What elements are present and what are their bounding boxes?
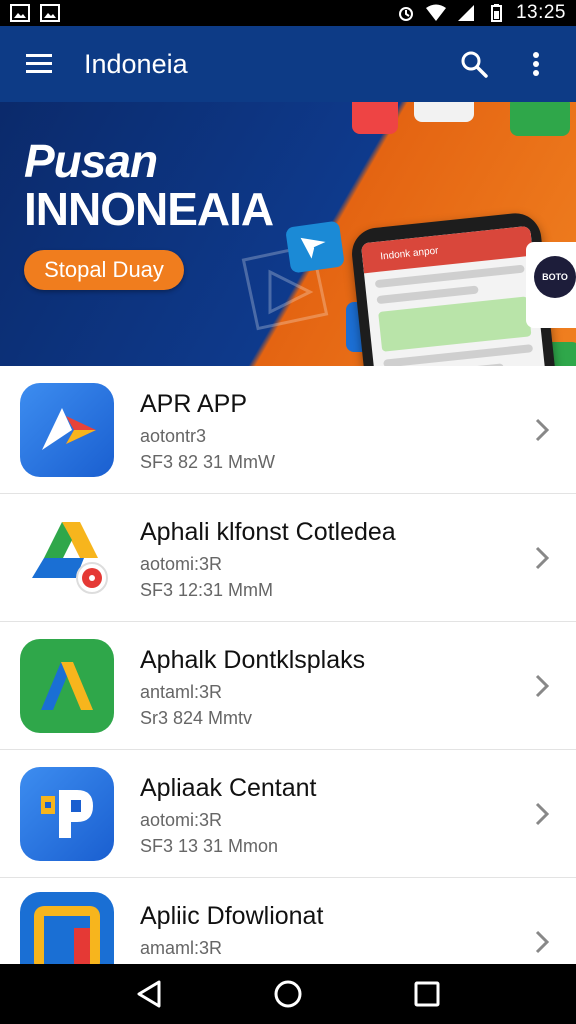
- list-item[interactable]: Apliaak Centant aotomi:3R SF3 13 31 Mmon: [0, 750, 576, 878]
- banner-cta-button[interactable]: Stopal Duay: [24, 250, 184, 290]
- battery-icon: [490, 4, 502, 22]
- brand-tile: BOTO: [526, 242, 576, 328]
- status-right: 13:25: [396, 2, 566, 24]
- chevron-right-icon: [535, 802, 550, 825]
- image-icon: [10, 4, 30, 22]
- list-item[interactable]: Aphali klfonst Cotledea aotomi:3R SF3 12…: [0, 494, 576, 622]
- app-title: Indoneia: [84, 48, 188, 79]
- back-icon: [137, 980, 161, 1008]
- promo-banner[interactable]: Pusan INNONEAIA Stopal Duay Indonk anpor…: [0, 102, 576, 366]
- alarm-icon: [398, 7, 413, 21]
- wifi-icon: [425, 4, 446, 21]
- banner-tile-green: [510, 102, 570, 136]
- recents-button[interactable]: [407, 974, 447, 1014]
- brand-circle: BOTO: [534, 256, 576, 298]
- triangle-logo-icon: [20, 510, 114, 605]
- app-text: Apliic Dfowlionat amaml:3R: [140, 902, 323, 961]
- app-meta: SF3 12:31 MmM: [140, 580, 274, 600]
- app-subtitle: antaml:3R: [140, 682, 223, 702]
- app-subtitle: aotomi:3R: [140, 810, 223, 830]
- more-vert-icon: [533, 52, 539, 76]
- app-meta: SF3 82 31 MmW: [140, 452, 276, 472]
- list-item[interactable]: Apliic Dfowlionat amaml:3R: [0, 878, 576, 964]
- list-item[interactable]: Aphalk Dontklsplaks antaml:3R Sr3 824 Mm…: [0, 622, 576, 750]
- more-options-button[interactable]: [516, 44, 556, 84]
- app-text: Aphali klfonst Cotledea aotomi:3R SF3 12…: [140, 518, 396, 603]
- app-meta: SF3 13 31 Mmon: [140, 836, 279, 856]
- app-subtitle: amaml:3R: [140, 938, 223, 958]
- app-bar: Indoneia: [0, 26, 576, 102]
- menu-icon: [26, 54, 52, 73]
- app-name: Aphali klfonst Cotledea: [140, 518, 396, 546]
- chevron-right-icon: [535, 674, 550, 697]
- app-name: Aphalk Dontklsplaks: [140, 646, 366, 674]
- app-text: APR APP aotontr3 SF3 82 31 MmW: [140, 390, 275, 475]
- back-button[interactable]: [129, 974, 169, 1014]
- search-button[interactable]: [454, 44, 494, 84]
- app-list: APR APP aotontr3 SF3 82 31 MmW Aphali kl…: [0, 366, 576, 964]
- send-badge: [285, 220, 345, 274]
- banner-title-line2: INNONEAIA: [24, 183, 274, 235]
- home-icon: [274, 980, 302, 1008]
- banner-tile-red: [352, 102, 398, 134]
- app-subtitle: aotomi:3R: [140, 554, 223, 574]
- recents-icon: [414, 981, 440, 1007]
- banner-title-line1: Pusan: [24, 135, 158, 187]
- arrow-logo-icon: [20, 382, 114, 477]
- phone-highlight-row: [378, 296, 532, 352]
- signal-icon: [457, 5, 474, 21]
- app-text: Aphalk Dontklsplaks antaml:3R Sr3 824 Mm…: [140, 646, 365, 731]
- app-name: Apliaak Centant: [140, 774, 317, 802]
- search-icon: [461, 51, 488, 78]
- status-time: 13:25: [515, 2, 566, 23]
- app-text: Apliaak Centant aotomi:3R SF3 13 31 Mmon: [140, 774, 317, 859]
- image-icon: [40, 4, 60, 22]
- square-logo-icon: [20, 892, 114, 964]
- list-item[interactable]: APR APP aotontr3 SF3 82 31 MmW: [0, 366, 576, 494]
- send-icon: [300, 237, 328, 259]
- p-logo-icon: [20, 766, 114, 861]
- banner-tile-white: [414, 102, 474, 122]
- chevron-right-icon: [535, 930, 550, 954]
- home-button[interactable]: [268, 974, 308, 1014]
- app-name: Apliic Dfowlionat: [140, 902, 324, 930]
- chevron-logo-icon: [20, 638, 114, 733]
- phone-row: [376, 285, 479, 305]
- app-name: APR APP: [140, 390, 247, 418]
- status-left: [10, 4, 60, 22]
- app-subtitle: aotontr3: [140, 426, 207, 446]
- phone-screen: Indonk anpor: [360, 225, 554, 366]
- app-meta: Sr3 824 Mmtv: [140, 708, 253, 728]
- nav-bar: [0, 964, 576, 1024]
- status-bar: 13:25: [0, 0, 576, 26]
- menu-button[interactable]: [20, 44, 60, 84]
- chevron-right-icon: [535, 546, 550, 569]
- chevron-right-icon: [535, 418, 550, 441]
